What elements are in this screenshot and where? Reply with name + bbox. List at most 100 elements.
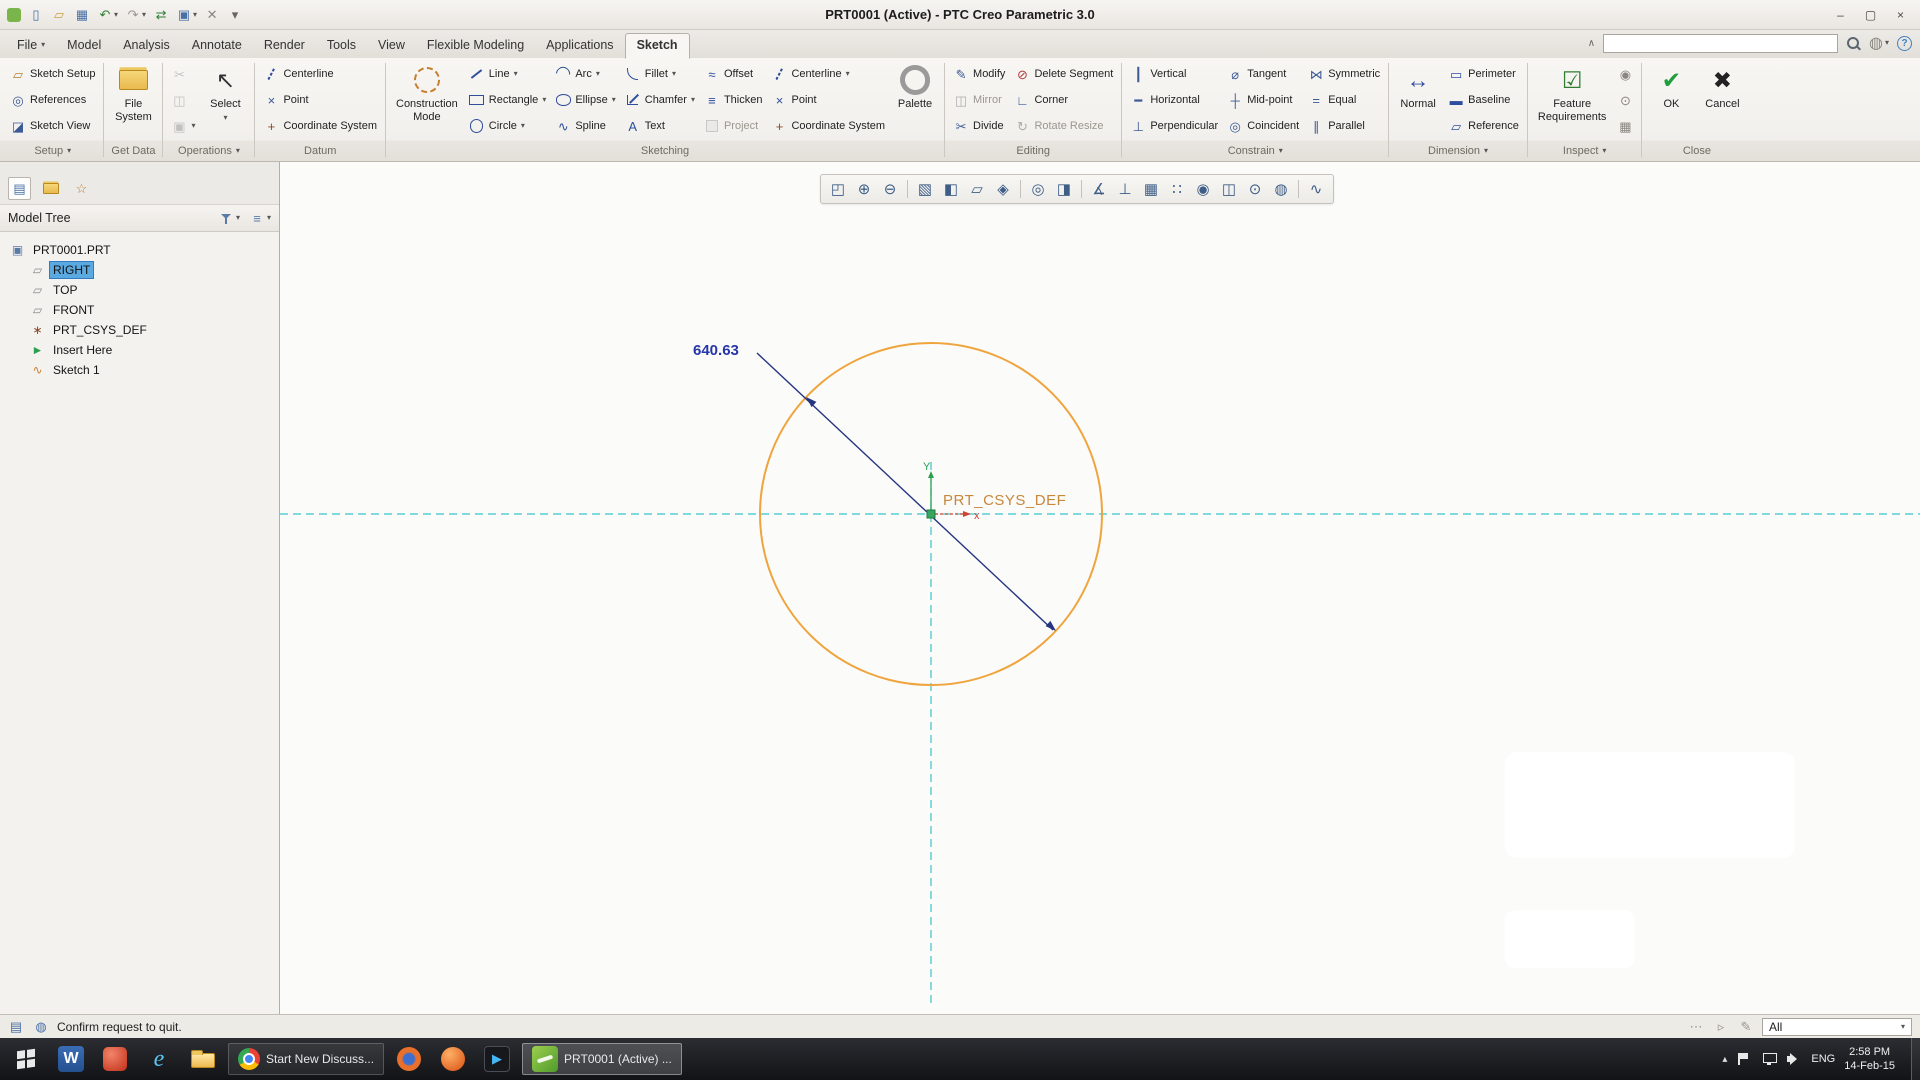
- baseline-dimension-button[interactable]: ▬Baseline: [1445, 87, 1522, 113]
- tab-tools[interactable]: Tools: [316, 34, 367, 58]
- zoom-in-button[interactable]: ⊕: [852, 177, 876, 201]
- selection-buffer-icon[interactable]: ⋯: [1688, 1019, 1704, 1035]
- tree-item-front[interactable]: ▱FRONT: [0, 300, 279, 320]
- spline-button[interactable]: ∿Spline: [552, 113, 618, 139]
- close-window-button[interactable]: ✕: [203, 5, 221, 25]
- horizontal-constraint-button[interactable]: ━Horizontal: [1127, 87, 1221, 113]
- tab-view[interactable]: View: [367, 34, 416, 58]
- media-player-button[interactable]: ▶: [476, 1038, 518, 1080]
- undo-button[interactable]: ↶▾: [96, 5, 119, 25]
- tangent-constraint-button[interactable]: ⌀Tangent: [1224, 61, 1302, 87]
- creo-window-button[interactable]: PRT0001 (Active) ...: [522, 1043, 682, 1075]
- ribbon-collapse-button[interactable]: ∧: [1588, 38, 1595, 49]
- shade-closed-loops-button[interactable]: ▦: [1614, 113, 1636, 139]
- mirror-button[interactable]: ◫Mirror: [950, 87, 1008, 113]
- show-dimensions-button[interactable]: ∡: [1087, 177, 1111, 201]
- group-label-operations[interactable]: Operations▾: [163, 141, 254, 161]
- customize-quick-access-button[interactable]: ▾: [226, 5, 244, 25]
- display-style-button[interactable]: ◧: [939, 177, 963, 201]
- tab-annotate[interactable]: Annotate: [181, 34, 253, 58]
- zoom-in-region-button[interactable]: ◰: [826, 177, 850, 201]
- media-app-button[interactable]: [432, 1038, 474, 1080]
- modify-button[interactable]: ✎Modify: [950, 61, 1008, 87]
- redo-button[interactable]: ↷▾: [124, 5, 147, 25]
- open-file-button[interactable]: ▱: [50, 5, 68, 25]
- ellipse-button[interactable]: Ellipse▾: [552, 87, 618, 113]
- sketch-analysis-button[interactable]: ∿: [1304, 177, 1328, 201]
- perimeter-dimension-button[interactable]: ▭Perimeter: [1445, 61, 1522, 87]
- vertical-constraint-button[interactable]: ┃Vertical: [1127, 61, 1221, 87]
- restore-button[interactable]: ▢: [1857, 5, 1884, 24]
- close-button[interactable]: ×: [1887, 5, 1914, 24]
- coordinate-system-button[interactable]: +Coordinate System: [768, 113, 888, 139]
- sketch-orientation-button[interactable]: ◨: [1052, 177, 1076, 201]
- new-file-button[interactable]: ▯: [27, 5, 45, 25]
- select-button[interactable]: ↖Select▾: [201, 61, 249, 139]
- coincident-constraint-button[interactable]: ◎Coincident: [1224, 113, 1302, 139]
- cut-button[interactable]: ✂: [168, 61, 198, 87]
- show-constraints-button[interactable]: ⊥: [1113, 177, 1137, 201]
- delete-segment-button[interactable]: ⊘Delete Segment: [1011, 61, 1116, 87]
- references-button[interactable]: ◎References: [7, 87, 98, 113]
- model-tree-tab[interactable]: ▤: [8, 177, 31, 200]
- firefox-button[interactable]: [388, 1038, 430, 1080]
- divide-button[interactable]: ✂Divide: [950, 113, 1008, 139]
- status-tree-icon[interactable]: ▤: [8, 1019, 24, 1035]
- tree-item-prt-csys-def[interactable]: ∗PRT_CSYS_DEF: [0, 320, 279, 340]
- highlight-open-ends-display-button[interactable]: ⊙: [1243, 177, 1267, 201]
- copy-button[interactable]: ◫: [168, 87, 198, 113]
- repaint-button[interactable]: ▧: [913, 177, 937, 201]
- folder-browser-tab[interactable]: [39, 177, 62, 200]
- show-vertices-button[interactable]: ∷: [1165, 177, 1189, 201]
- shade-closed-loops-display-button[interactable]: ◍: [1269, 177, 1293, 201]
- show-desktop-button[interactable]: [1911, 1038, 1920, 1080]
- clock[interactable]: 2:58 PM 14-Feb-15: [1844, 1045, 1897, 1074]
- chamfer-button[interactable]: Chamfer▾: [622, 87, 698, 113]
- group-label-constrain[interactable]: Constrain▾: [1122, 141, 1388, 161]
- feature-requirements-button[interactable]: ☑Feature Requirements: [1533, 61, 1611, 139]
- cancel-button[interactable]: ✖Cancel: [1698, 61, 1746, 139]
- line-button[interactable]: Line▾: [466, 61, 550, 87]
- save-button[interactable]: ▦: [73, 5, 91, 25]
- tree-item-prt0001-prt[interactable]: ▣PRT0001.PRT: [0, 240, 279, 260]
- app-icon-button[interactable]: [6, 5, 22, 25]
- datum-centerline-button[interactable]: Centerline: [260, 61, 380, 87]
- equal-constraint-button[interactable]: =Equal: [1305, 87, 1383, 113]
- selection-filter[interactable]: All ▾: [1762, 1018, 1912, 1036]
- regenerate-button[interactable]: ⇄: [152, 5, 170, 25]
- fillet-button[interactable]: Fillet▾: [622, 61, 698, 87]
- rectangle-button[interactable]: Rectangle▾: [466, 87, 550, 113]
- text-button[interactable]: AText: [622, 113, 698, 139]
- internet-explorer-button[interactable]: e: [138, 1038, 180, 1080]
- help-button[interactable]: ?: [1897, 36, 1912, 51]
- start-button[interactable]: [2, 1038, 50, 1080]
- perpendicular-constraint-button[interactable]: ⊥Perpendicular: [1127, 113, 1221, 139]
- tab-sketch[interactable]: Sketch: [625, 33, 690, 59]
- tree-item-insert-here[interactable]: ►Insert Here: [0, 340, 279, 360]
- csys-label[interactable]: PRT_CSYS_DEF: [943, 492, 1066, 509]
- action-center-icon[interactable]: [1736, 1052, 1752, 1066]
- tab-file[interactable]: File▾: [6, 34, 56, 58]
- highlight-open-ends-button[interactable]: ⊙: [1614, 87, 1636, 113]
- file-explorer-button[interactable]: [182, 1038, 224, 1080]
- overlapping-geometry-display-button[interactable]: ◫: [1217, 177, 1241, 201]
- diameter-dimension-value[interactable]: 640.63: [693, 342, 739, 359]
- datum-coordinate-system-button[interactable]: +Coordinate System: [260, 113, 380, 139]
- status-flag-icon[interactable]: ▹: [1713, 1019, 1729, 1035]
- group-label-inspect[interactable]: Inspect▾: [1528, 141, 1641, 161]
- group-label-setup[interactable]: Setup▾: [2, 141, 103, 161]
- ok-button[interactable]: ✔OK: [1647, 61, 1695, 139]
- offset-button[interactable]: ≈Offset: [701, 61, 766, 87]
- search-button[interactable]: [1846, 36, 1861, 51]
- annotation-icon[interactable]: ✎: [1738, 1019, 1754, 1035]
- show-hidden-icons-button[interactable]: ▴: [1722, 1054, 1727, 1065]
- datum-display-filters-button[interactable]: ▱: [965, 177, 989, 201]
- window-switch-button[interactable]: ▣▾: [175, 5, 198, 25]
- project-button[interactable]: Project: [701, 113, 766, 139]
- tab-applications[interactable]: Applications: [535, 34, 624, 58]
- thicken-button[interactable]: ≡Thicken: [701, 87, 766, 113]
- word-button[interactable]: W: [50, 1038, 92, 1080]
- file-system-button[interactable]: File System: [109, 61, 157, 139]
- tree-filters-button[interactable]: ▾: [218, 210, 240, 226]
- normal-dimension-button[interactable]: ↔Normal: [1394, 61, 1442, 139]
